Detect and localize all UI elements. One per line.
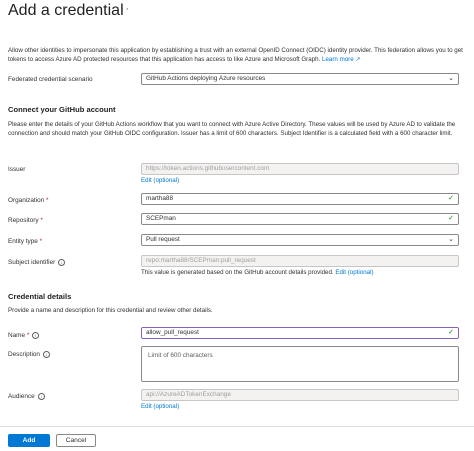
checkmark-icon: ✓	[448, 195, 454, 202]
required-marker: *	[39, 238, 43, 245]
subject-identifier-label: Subject identifier i	[8, 258, 66, 267]
description-label: Description i	[8, 350, 50, 359]
cancel-button[interactable]: Cancel	[56, 434, 96, 447]
checkmark-icon: ✓	[448, 215, 454, 222]
issuer-label: Issuer	[8, 166, 26, 173]
intro-text: Allow other identities to impersonate th…	[8, 46, 466, 64]
external-link-icon: ↗	[355, 56, 361, 63]
chevron-down-icon: ⌄	[448, 236, 454, 243]
repository-label: Repository *	[8, 217, 43, 224]
add-button[interactable]: Add	[8, 434, 50, 447]
issuer-input: https://token.actions.githubusercontent.…	[141, 163, 459, 175]
more-options-icon[interactable]: ···	[116, 3, 130, 15]
credential-description: Provide a name and description for this …	[8, 307, 213, 314]
audience-label: Audience i	[8, 392, 45, 401]
checkmark-icon: ✓	[448, 329, 454, 336]
entity-type-select[interactable]: Pull request ⌄	[141, 234, 459, 246]
scenario-value: GitHub Actions deploying Azure resources	[146, 75, 266, 82]
issuer-edit-link[interactable]: Edit (optional)	[141, 177, 179, 184]
subject-edit-link[interactable]: Edit (optional)	[335, 269, 373, 276]
github-description: Please enter the details of your GitHub …	[8, 121, 456, 137]
name-input[interactable]: allow_pull_request ✓	[141, 327, 459, 339]
info-icon[interactable]: i	[58, 258, 66, 266]
info-icon[interactable]: i	[32, 331, 40, 339]
organization-label: Organization *	[8, 197, 49, 204]
required-marker: *	[46, 197, 49, 204]
subject-helper: This value is generated based on the Git…	[141, 269, 374, 276]
scenario-select[interactable]: GitHub Actions deploying Azure resources…	[141, 73, 459, 85]
entity-type-label: Entity type *	[8, 238, 43, 245]
required-marker: *	[26, 332, 30, 339]
scenario-label: Federated credential scenario	[8, 76, 93, 83]
info-icon[interactable]: i	[42, 350, 50, 358]
intro-body: Allow other identities to impersonate th…	[8, 47, 463, 63]
description-textarea[interactable]: Limit of 600 characters	[141, 346, 459, 382]
info-icon[interactable]: i	[37, 392, 45, 400]
footer-divider	[0, 426, 474, 427]
repository-input[interactable]: SCEPman ✓	[141, 213, 459, 225]
learn-more-link[interactable]: Learn more ↗	[322, 56, 361, 63]
name-label: Name * i	[8, 331, 40, 340]
page-title: Add a credential	[8, 2, 124, 19]
chevron-down-icon: ⌄	[448, 75, 454, 82]
audience-input: api://AzureADTokenExchange	[141, 389, 459, 401]
subject-identifier-input: repo:martha88/SCEPman:pull_request	[141, 255, 459, 267]
github-heading: Connect your GitHub account	[8, 105, 116, 114]
required-marker: *	[40, 217, 43, 224]
organization-input[interactable]: martha88 ✓	[141, 193, 459, 205]
credential-heading: Credential details	[8, 292, 72, 301]
audience-edit-link[interactable]: Edit (optional)	[141, 403, 179, 410]
